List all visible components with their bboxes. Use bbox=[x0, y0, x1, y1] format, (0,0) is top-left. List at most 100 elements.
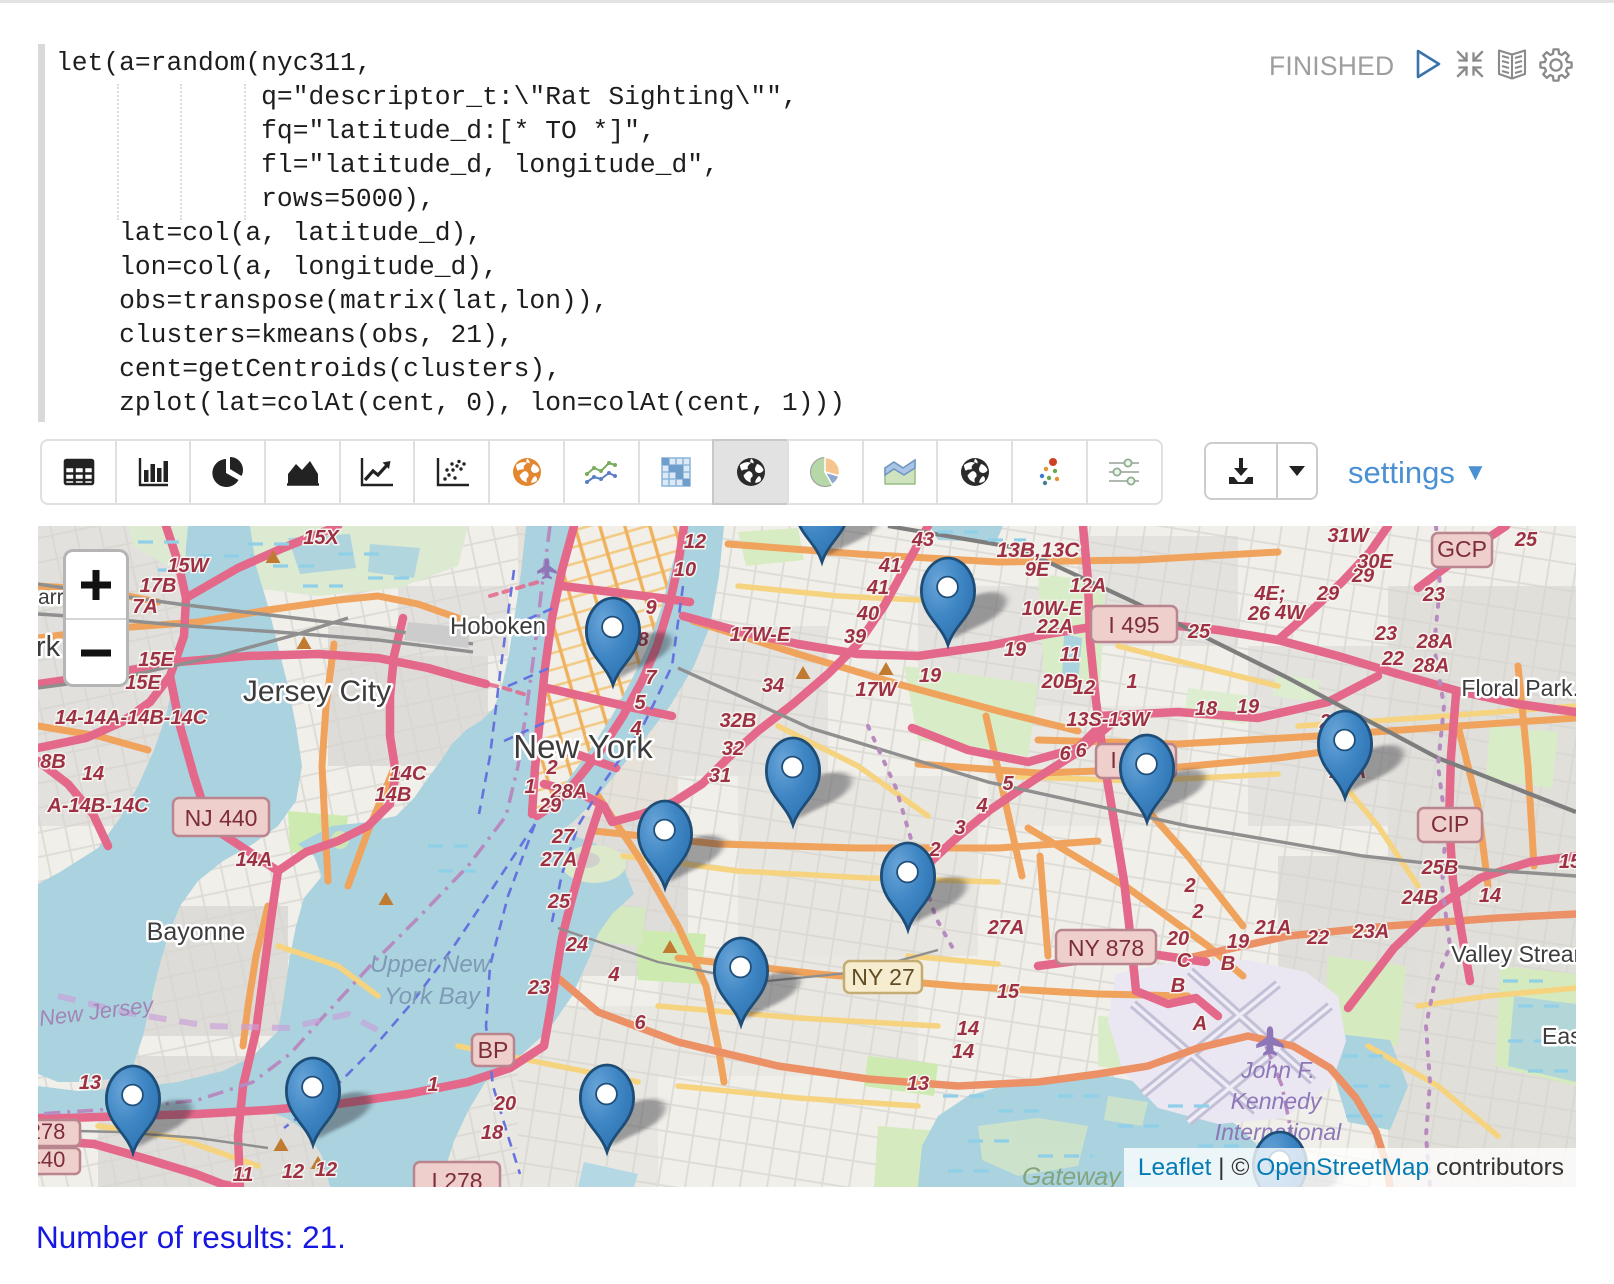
svg-text:29: 29 bbox=[1316, 583, 1340, 605]
svg-text:28A: 28A bbox=[1412, 655, 1450, 677]
svg-text:Jersey City: Jersey City bbox=[243, 675, 391, 708]
svg-text:13: 13 bbox=[79, 1072, 101, 1094]
svg-text:15X: 15X bbox=[303, 527, 340, 549]
svg-text:6: 6 bbox=[634, 1012, 646, 1034]
svg-text:41: 41 bbox=[866, 577, 889, 599]
svg-text:31W: 31W bbox=[1327, 526, 1370, 547]
svg-text:25: 25 bbox=[547, 891, 571, 913]
svg-text:23A: 23A bbox=[1352, 921, 1390, 943]
svg-text:32B: 32B bbox=[720, 710, 757, 732]
svg-text:NY 878: NY 878 bbox=[1068, 935, 1144, 961]
svg-text:26: 26 bbox=[1247, 603, 1271, 625]
svg-text:12A: 12A bbox=[1070, 575, 1107, 597]
svg-text:39: 39 bbox=[844, 626, 867, 648]
svg-text:19: 19 bbox=[1227, 931, 1250, 953]
svg-text:A: A bbox=[1192, 1013, 1207, 1035]
svg-text:23: 23 bbox=[1374, 623, 1397, 645]
svg-text:12: 12 bbox=[282, 1161, 304, 1183]
svg-text:22A: 22A bbox=[1036, 616, 1074, 638]
svg-text:14: 14 bbox=[1479, 885, 1501, 907]
svg-text:BP: BP bbox=[478, 1037, 509, 1063]
svg-text:25B: 25B bbox=[1421, 857, 1459, 879]
svg-text:13S-13W: 13S-13W bbox=[1066, 709, 1151, 731]
svg-text:10: 10 bbox=[674, 559, 696, 581]
svg-text:I 495: I 495 bbox=[1108, 612, 1159, 638]
svg-text:29: 29 bbox=[538, 795, 562, 817]
svg-text:5: 5 bbox=[1002, 773, 1014, 795]
svg-text:B: B bbox=[1221, 953, 1235, 975]
svg-text:24B: 24B bbox=[1401, 887, 1439, 909]
svg-text:14: 14 bbox=[957, 1018, 979, 1040]
svg-text:41: 41 bbox=[878, 555, 901, 577]
svg-text:6: 6 bbox=[1059, 743, 1071, 765]
svg-text:4: 4 bbox=[629, 718, 641, 740]
svg-text:25: 25 bbox=[1514, 529, 1538, 551]
svg-text:14C: 14C bbox=[390, 763, 427, 785]
svg-text:14A: 14A bbox=[236, 849, 273, 871]
svg-text:8B: 8B bbox=[40, 751, 66, 773]
svg-text:20: 20 bbox=[1166, 928, 1189, 950]
svg-text:1: 1 bbox=[1126, 671, 1137, 693]
svg-text:27: 27 bbox=[551, 826, 575, 848]
svg-text:4: 4 bbox=[607, 964, 619, 986]
svg-text:Bayonne: Bayonne bbox=[147, 918, 246, 946]
svg-text:Eas: Eas bbox=[1542, 1023, 1576, 1049]
svg-text:40: 40 bbox=[856, 603, 879, 625]
svg-text:Hoboken: Hoboken bbox=[450, 613, 546, 640]
svg-text:14-14A-14B-14C: 14-14A-14B-14C bbox=[55, 707, 208, 729]
svg-text:Floral Park.: Floral Park. bbox=[1461, 675, 1576, 701]
svg-text:6: 6 bbox=[1075, 740, 1087, 762]
svg-text:31: 31 bbox=[709, 765, 731, 787]
svg-text:4W: 4W bbox=[1274, 602, 1307, 624]
svg-text:19: 19 bbox=[1004, 639, 1027, 661]
svg-text:25: 25 bbox=[1187, 621, 1211, 643]
svg-text:17W-E: 17W-E bbox=[730, 624, 791, 646]
svg-text:CIP: CIP bbox=[1431, 811, 1469, 837]
svg-text:13: 13 bbox=[907, 1073, 929, 1095]
svg-text:15W: 15W bbox=[167, 555, 210, 577]
svg-text:23: 23 bbox=[1422, 584, 1445, 606]
svg-text:Upper New: Upper New bbox=[370, 951, 492, 978]
svg-text:1: 1 bbox=[427, 1074, 438, 1096]
svg-text:17B: 17B bbox=[140, 575, 177, 597]
svg-text:18: 18 bbox=[481, 1122, 504, 1144]
svg-text:1: 1 bbox=[524, 776, 535, 798]
svg-text:18: 18 bbox=[1195, 698, 1218, 720]
svg-text:14: 14 bbox=[82, 763, 104, 785]
svg-text:17W: 17W bbox=[855, 679, 898, 701]
svg-text:Valley Stream: Valley Stream bbox=[1451, 941, 1576, 967]
svg-text:7A: 7A bbox=[132, 596, 158, 618]
svg-text:12: 12 bbox=[315, 1159, 337, 1181]
svg-text:20: 20 bbox=[493, 1093, 516, 1115]
svg-text:19: 19 bbox=[919, 665, 942, 687]
svg-text:15E: 15E bbox=[125, 672, 161, 694]
svg-text:9E: 9E bbox=[1025, 559, 1050, 581]
svg-text:NY 27: NY 27 bbox=[851, 964, 915, 990]
svg-text:440: 440 bbox=[38, 1147, 65, 1172]
svg-text:C: C bbox=[1177, 950, 1192, 972]
svg-text:27A: 27A bbox=[987, 917, 1025, 939]
svg-text:5: 5 bbox=[634, 692, 646, 714]
svg-text:John F.: John F. bbox=[1240, 1057, 1315, 1083]
svg-text:2: 2 bbox=[545, 757, 557, 779]
svg-text:3: 3 bbox=[954, 817, 965, 839]
svg-text:York Bay: York Bay bbox=[384, 983, 482, 1010]
svg-text:I 278: I 278 bbox=[431, 1168, 482, 1187]
svg-text:Kennedy: Kennedy bbox=[1231, 1088, 1323, 1114]
svg-text:22: 22 bbox=[1306, 927, 1329, 949]
svg-text:arr: arr bbox=[38, 586, 64, 609]
svg-text:11: 11 bbox=[1060, 644, 1081, 666]
svg-text:9: 9 bbox=[645, 597, 657, 619]
svg-text:15: 15 bbox=[997, 981, 1020, 1003]
svg-text:4E;: 4E; bbox=[1253, 583, 1285, 605]
svg-text:B: B bbox=[1171, 975, 1185, 997]
svg-text:20B: 20B bbox=[1041, 671, 1079, 693]
svg-text:A-14B-14C: A-14B-14C bbox=[46, 795, 149, 817]
svg-text:4: 4 bbox=[975, 795, 987, 817]
svg-text:7: 7 bbox=[645, 667, 657, 689]
svg-text:15E: 15E bbox=[138, 649, 174, 671]
svg-text:rk: rk bbox=[38, 631, 61, 663]
svg-text:Gateway: Gateway bbox=[1022, 1163, 1122, 1187]
svg-text:2: 2 bbox=[1191, 901, 1203, 923]
svg-text:32: 32 bbox=[722, 738, 744, 760]
